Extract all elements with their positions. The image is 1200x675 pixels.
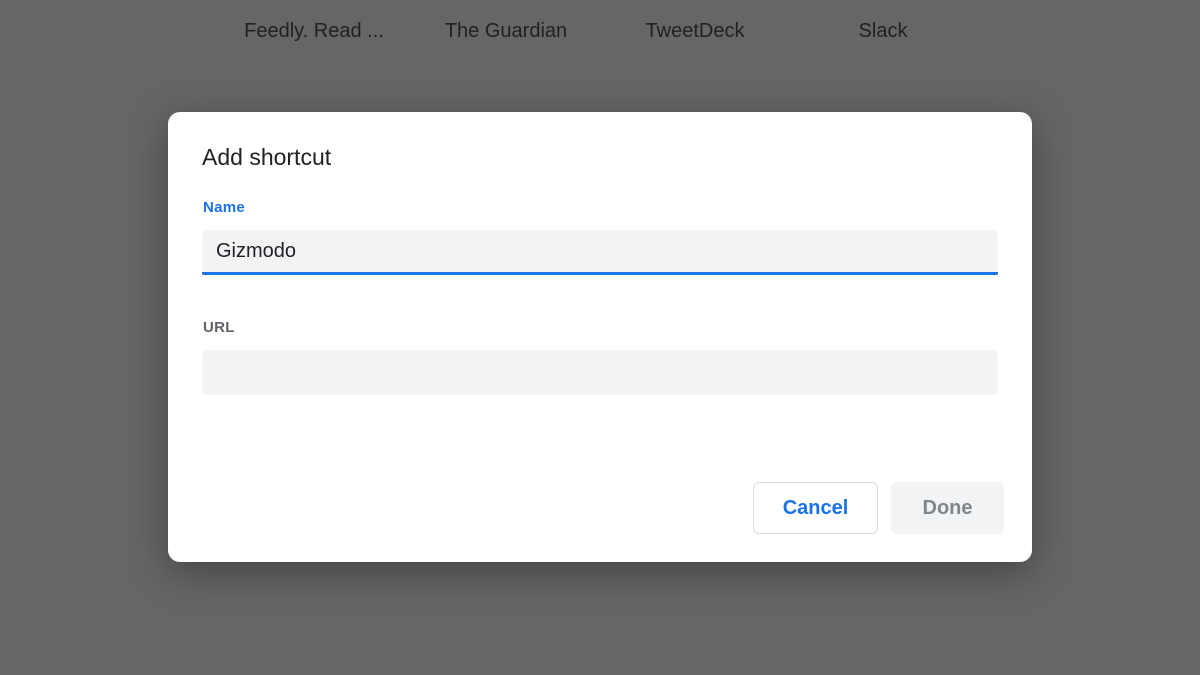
url-input[interactable] — [202, 350, 998, 395]
shortcut-tile-the-guardian[interactable]: The Guardian — [416, 20, 596, 43]
url-label: URL — [203, 319, 235, 336]
cancel-button[interactable]: Cancel — [753, 482, 878, 534]
done-button[interactable]: Done — [891, 482, 1004, 534]
name-input[interactable] — [202, 230, 998, 275]
add-shortcut-dialog: Add shortcut Name URL Cancel Done — [168, 112, 1032, 562]
name-label: Name — [203, 199, 246, 216]
shortcut-tile-slack[interactable]: Slack — [793, 20, 973, 43]
shortcut-tile-feedly[interactable]: Feedly. Read ... — [224, 20, 404, 43]
shortcut-tile-tweetdeck[interactable]: TweetDeck — [605, 20, 785, 43]
dialog-title: Add shortcut — [202, 144, 332, 170]
